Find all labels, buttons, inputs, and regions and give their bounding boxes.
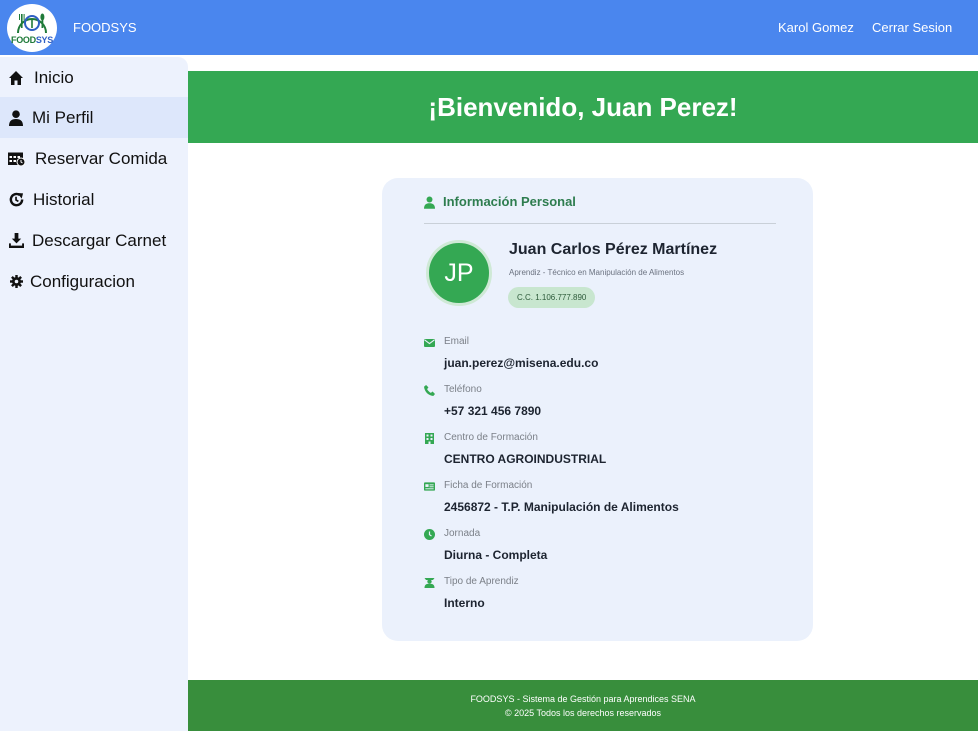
field-label: Ficha de Formación <box>444 480 533 491</box>
field-value: Interno <box>444 596 485 610</box>
field-telefono: Teléfono +57 321 456 7890 <box>424 384 784 426</box>
sidebar-item-historial[interactable]: Historial <box>0 179 188 220</box>
sidebar-item-descargar-carnet[interactable]: Descargar Carnet <box>0 220 188 261</box>
card-header: Información Personal <box>424 194 776 224</box>
sidebar-item-inicio[interactable]: Inicio <box>0 57 188 98</box>
sidebar-item-label: Historial <box>33 189 95 209</box>
foodsys-logo[interactable]: FOODSYS <box>7 4 57 52</box>
current-user-name[interactable]: Karol Gomez <box>778 20 854 35</box>
footer-line-2: © 2025 Todos los derechos reservados <box>504 708 662 718</box>
sidebar: Inicio Mi Perfil Reservar Comida Histori… <box>0 57 188 731</box>
id-card-icon <box>424 481 435 492</box>
field-value: +57 321 456 7890 <box>444 404 542 418</box>
field-label: Email <box>444 336 470 347</box>
sidebar-item-label: Mi Perfil <box>32 107 94 127</box>
sidebar-item-label: Configuracion <box>30 271 135 291</box>
sidebar-item-label: Reservar Comida <box>35 148 168 168</box>
graduate-icon <box>424 577 435 588</box>
field-label: Jornada <box>444 528 481 539</box>
clock-icon <box>424 529 435 540</box>
field-value: 2456872 - T.P. Manipulación de Alimentos <box>444 500 679 514</box>
logo-text: FOODSYS <box>11 35 53 45</box>
id-badge: C.C. 1.106.777.890 <box>508 287 596 308</box>
profile-full-name: Juan Carlos Pérez Martínez <box>509 241 718 258</box>
page-footer: FOODSYS - Sistema de Gestión para Aprend… <box>188 680 978 731</box>
history-icon <box>7 191 25 209</box>
field-value: juan.perez@misena.edu.co <box>444 356 599 370</box>
personal-info-card: Información Personal JP Juan Carlos Pére… <box>382 178 813 641</box>
field-label: Teléfono <box>444 384 482 395</box>
profile-role: Aprendiz - Técnico en Manipulación de Al… <box>509 268 685 277</box>
top-navbar: FOODSYS FOODSYS Karol Gomez Cerrar Sesio… <box>0 0 978 55</box>
brand-name[interactable]: FOODSYS <box>73 20 137 35</box>
field-centro-formacion: Centro de Formación CENTRO AGROINDUSTRIA… <box>424 432 784 474</box>
field-jornada: Jornada Diurna - Completa <box>424 528 784 570</box>
welcome-banner: ¡Bienvenido, Juan Perez! <box>188 71 978 143</box>
sidebar-item-label: Descargar Carnet <box>32 230 167 250</box>
logo-utensils-icon <box>17 13 47 34</box>
logout-link[interactable]: Cerrar Sesion <box>872 20 952 35</box>
user-icon <box>424 196 437 210</box>
home-icon <box>7 69 25 87</box>
download-icon <box>7 232 25 250</box>
avatar: JP <box>426 240 492 306</box>
field-value: Diurna - Completa <box>444 548 548 562</box>
gear-icon <box>7 273 25 291</box>
field-email: Email juan.perez@misena.edu.co <box>424 336 784 378</box>
sidebar-item-configuracion[interactable]: Configuracion <box>0 261 188 302</box>
field-label: Centro de Formación <box>444 432 538 443</box>
sidebar-item-reservar-comida[interactable]: Reservar Comida <box>0 138 188 179</box>
phone-icon <box>424 385 435 396</box>
sidebar-item-mi-perfil[interactable]: Mi Perfil <box>0 97 188 138</box>
field-value: CENTRO AGROINDUSTRIAL <box>444 452 607 466</box>
building-icon <box>424 433 435 444</box>
envelope-icon <box>424 337 435 348</box>
field-tipo-aprendiz: Tipo de Aprendiz Interno <box>424 576 784 618</box>
field-label: Tipo de Aprendiz <box>444 576 519 587</box>
section-title: Información Personal <box>443 194 576 209</box>
welcome-title: ¡Bienvenido, Juan Perez! <box>428 91 738 122</box>
calendar-icon <box>7 150 25 168</box>
footer-line-1: FOODSYS - Sistema de Gestión para Aprend… <box>470 694 696 704</box>
field-ficha-formacion: Ficha de Formación 2456872 - T.P. Manipu… <box>424 480 784 522</box>
user-icon <box>7 109 25 127</box>
sidebar-item-label: Inicio <box>34 67 74 87</box>
